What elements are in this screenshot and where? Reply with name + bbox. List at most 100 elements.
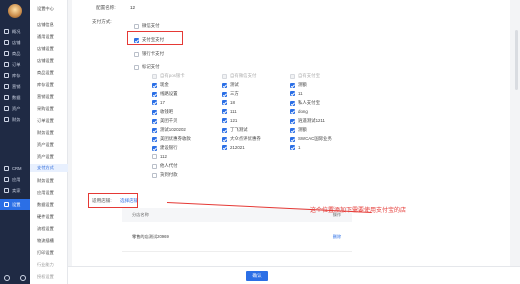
checkbox[interactable] [222,118,227,123]
method-wechat[interactable]: 微信支付 [134,23,160,29]
sidebar-item-store[interactable]: 店铺 [0,37,30,48]
checkbox[interactable] [222,145,227,150]
checkbox[interactable] [134,51,139,57]
mark-pay-option[interactable]: 测额 [290,82,307,88]
subnav-item-active[interactable]: 支付方式 [30,164,68,172]
checkbox[interactable] [290,127,295,133]
search-icon[interactable] [20,275,26,281]
subnav-item[interactable]: 应用设置 [37,190,54,196]
mark-pay-option[interactable]: 自有支付宝 [290,73,320,79]
mark-pay-option[interactable]: 17 [152,100,165,105]
mark-pay-option[interactable]: 货到付款 [152,172,178,178]
checkbox[interactable] [290,109,295,114]
checkbox[interactable] [134,64,139,70]
sidebar-item-overview[interactable]: 概况 [0,26,30,37]
mark-pay-option[interactable]: 11 [290,91,303,96]
subnav-item[interactable]: 采购设置 [37,106,54,112]
mark-pay-option[interactable]: 私人支付宝 [290,100,320,106]
mark-pay-option[interactable]: 测试 [222,82,239,88]
sidebar-item-stock[interactable]: 库存 [0,70,30,81]
sidebar-item-goods[interactable]: 商品 [0,48,30,59]
subnav-item[interactable]: 营销设置 [37,94,54,100]
collapse-icon[interactable] [4,275,10,281]
method-mark[interactable]: 标记支付 [134,64,160,70]
subnav-item[interactable]: 设置中心 [37,6,54,12]
method-bankcard[interactable]: 银行卡支付 [134,51,164,57]
checkbox[interactable] [290,73,295,79]
subnav-item[interactable]: 数据设置 [37,202,54,208]
subnav-item[interactable]: 资产设置 [37,142,54,148]
checkbox[interactable] [222,91,227,97]
checkbox[interactable] [152,172,157,178]
checkbox[interactable] [152,154,157,159]
mark-pay-option[interactable]: dong [290,109,308,114]
sidebar-item-data[interactable]: 数据 [0,92,30,103]
mark-pay-option[interactable]: 112 [152,154,167,159]
sidebar-item-asset[interactable]: 资产 [0,103,30,114]
mark-pay-option[interactable]: 三方 [222,91,239,97]
checkbox[interactable] [152,136,157,142]
checkbox[interactable] [290,145,295,150]
mark-pay-option[interactable]: SWCAC国际业务 [290,136,332,142]
mark-pay-option[interactable]: 逍遥测试1211 [290,118,325,124]
mark-pay-option[interactable]: 现金 [152,82,169,88]
mark-pay-option[interactable]: 212021 [222,145,245,150]
mark-pay-option[interactable]: 建设银行 [152,145,178,151]
checkbox[interactable] [290,118,295,124]
checkbox[interactable] [152,91,157,97]
subnav-item[interactable]: 物流插槽 [37,238,54,244]
checkbox[interactable] [152,100,157,105]
subnav-item[interactable]: 财务设置 [37,178,54,184]
sidebar-item-seller[interactable]: 卖家 [0,185,30,196]
mark-pay-option[interactable]: 自有微信支付 [222,73,256,79]
subnav-item[interactable]: 通用设置 [37,34,54,40]
confirm-button[interactable]: 确认 [246,271,268,281]
checkbox[interactable] [290,100,295,106]
subnav-item[interactable]: 打印设置 [37,250,54,256]
mark-pay-option[interactable]: 111 [222,109,237,114]
mark-pay-option[interactable]: 测试1020202 [152,127,186,133]
sidebar-item-settings[interactable]: 设置 [0,199,30,210]
subnav-item[interactable]: 财务设置 [37,130,54,136]
mark-pay-option[interactable]: 美团优惠券收款 [152,136,191,142]
subnav-item[interactable]: 授权设置 [37,274,54,280]
sidebar-item-marketing[interactable]: 营销 [0,81,30,92]
checkbox[interactable] [152,82,157,88]
checkbox[interactable] [152,109,157,115]
mark-pay-option[interactable]: 他人代付 [152,163,178,169]
sidebar-item-finance[interactable]: 财务 [0,114,30,125]
checkbox[interactable] [152,163,157,169]
mark-pay-option[interactable]: 丁飞测试 [222,127,248,133]
mark-pay-option[interactable]: 线路设置 [152,91,178,97]
subnav-item[interactable]: 库存设置 [37,82,54,88]
subnav-item[interactable]: 资产设置 [37,154,54,160]
checkbox[interactable] [222,82,227,88]
mark-pay-option[interactable]: 自有pos银卡 [152,73,185,79]
scrollbar[interactable] [515,30,518,90]
checkbox[interactable] [290,82,295,88]
mark-pay-option[interactable]: 18 [222,100,235,105]
sidebar-item-order[interactable]: 订单 [0,59,30,70]
subnav-item[interactable]: 订单设置 [37,118,54,124]
subnav-item[interactable]: 硬件设置 [37,214,54,220]
mark-pay-option[interactable]: 收钱吧 [152,109,173,115]
checkbox[interactable] [152,118,157,124]
checkbox[interactable] [222,100,227,105]
mark-pay-option[interactable]: 大众点评优惠券 [222,136,261,142]
checkbox[interactable] [222,109,227,114]
checkbox[interactable] [222,73,227,79]
checkbox[interactable] [152,127,157,133]
sidebar-item-app[interactable]: 应用 [0,174,30,185]
mark-pay-option[interactable]: 1 [290,145,300,150]
checkbox[interactable] [152,145,157,151]
avatar[interactable] [8,4,22,18]
delete-link[interactable]: 删除 [322,234,352,240]
mark-pay-option[interactable]: 美团千贝 [152,118,178,124]
sidebar-item-crm[interactable]: CRM [0,163,30,174]
checkbox[interactable] [290,91,295,96]
subnav-item[interactable]: 店铺设置 [37,46,54,52]
checkbox[interactable] [222,127,227,133]
subnav-item[interactable]: 商品设置 [37,70,54,76]
checkbox[interactable] [134,23,139,29]
checkbox[interactable] [222,136,227,142]
